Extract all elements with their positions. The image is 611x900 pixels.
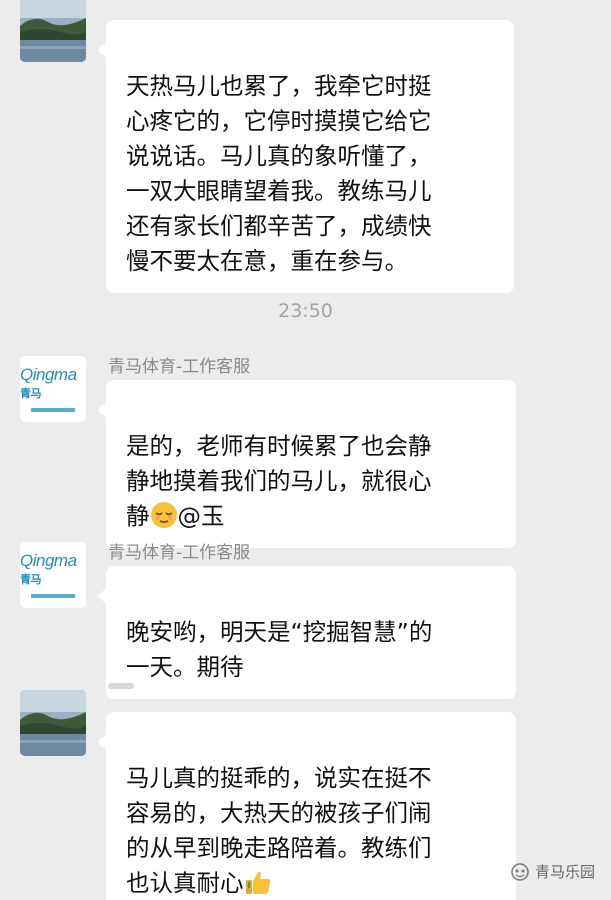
qingma-logo-icon: Qingma青马 [20,551,77,586]
logo-tagline-bar [31,594,75,598]
timestamp: 23:50 [278,300,333,322]
message-text: 晚安哟，明天是“挖掘智慧”的 一天。期待 [126,618,433,681]
mention-text[interactable]: @玉 [178,502,225,530]
landscape-icon [20,690,86,756]
watermark: 青马乐园 [511,861,595,882]
qingma-avatar[interactable]: Qingma青马 [20,356,86,422]
message-text: 天热马儿也累了，我牵它时挺 心疼它的，它停时摸摸它给它 说说话。马儿真的象听懂了… [126,72,432,275]
chat-window: 天热马儿也累了，我牵它时挺 心疼它的，它停时摸摸它给它 说说话。马儿真的象听懂了… [0,0,611,900]
relieved-face-emoji [150,502,177,528]
message-bubble[interactable]: 马儿真的挺乖的，说实在挺不 容易的，大热天的被孩子们闹 的从早到晚走路陪着。教练… [97,712,516,900]
message-bubble[interactable]: 晚安哟，明天是“挖掘智慧”的 一天。期待 [97,566,516,699]
sender-name-redacted [108,683,134,689]
qingma-logo-icon: Qingma青马 [20,365,77,400]
user-avatar[interactable] [20,0,86,62]
message-bubble[interactable]: 是的，老师有时候累了也会静 静地摸着我们的马儿，就很心 静 @玉 [97,380,516,548]
message-bubble[interactable]: 天热马儿也累了，我牵它时挺 心疼它的，它停时摸摸它给它 说说话。马儿真的象听懂了… [97,20,514,293]
thumbs-up-emoji [245,871,270,894]
watermark-text: 青马乐园 [534,863,595,881]
user-avatar[interactable] [20,690,86,756]
sender-name: 青马体育-工作客服 [108,543,251,563]
sender-name: 青马体育-工作客服 [108,357,251,377]
wechat-channel-icon [511,862,529,881]
landscape-icon [20,0,86,62]
qingma-avatar[interactable]: Qingma青马 [20,542,86,608]
message-text: 马儿真的挺乖的，说实在挺不 容易的，大热天的被孩子们闹 的从早到晚走路陪着。教练… [126,764,432,897]
logo-tagline-bar [31,408,75,412]
